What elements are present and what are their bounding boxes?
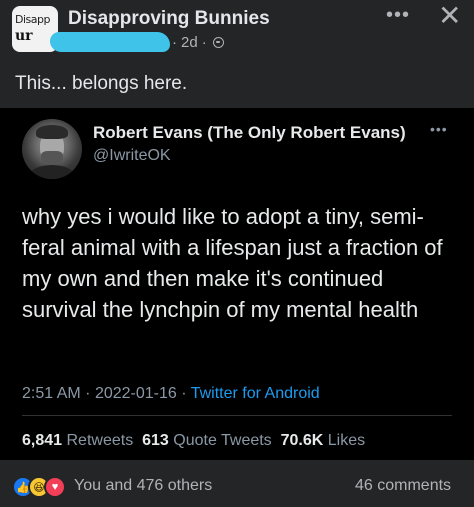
tweet-more-icon[interactable]: ••• xyxy=(430,121,448,137)
embedded-tweet[interactable]: Robert Evans (The Only Robert Evans) @Iw… xyxy=(0,108,474,460)
more-icon[interactable]: ••• xyxy=(386,4,410,27)
facebook-post-view: Disapp ur Disapproving Bunnies · 2d · ••… xyxy=(0,0,474,507)
tweet-date[interactable]: 2022-01-16 xyxy=(95,385,177,402)
quote-tweets-count[interactable]: 613 xyxy=(142,432,169,449)
meta-separator: · xyxy=(201,34,207,51)
love-icon: ♥ xyxy=(44,476,66,498)
tweet-body: why yes i would like to adopt a tiny, se… xyxy=(22,204,443,322)
globe-icon xyxy=(212,37,224,48)
redacted-poster-name xyxy=(50,32,170,52)
retweets-label[interactable]: Retweets xyxy=(67,432,134,449)
avatar-beard xyxy=(41,151,63,165)
meta-separator: · xyxy=(181,385,191,402)
reaction-icons[interactable]: 👍 😆 ♥ xyxy=(12,476,72,498)
post-time[interactable]: 2d xyxy=(181,34,198,51)
retweets-count[interactable]: 6,841 xyxy=(22,432,62,449)
likes-count[interactable]: 70.6K xyxy=(281,432,324,449)
group-avatar-text-top: Disapp xyxy=(15,13,50,26)
tweet-author-name[interactable]: Robert Evans (The Only Robert Evans) xyxy=(93,123,406,143)
tweet-author-handle[interactable]: @IwriteOK xyxy=(93,147,171,165)
group-avatar-text-bottom: ur xyxy=(15,28,33,44)
meta-separator: · xyxy=(172,34,177,51)
likes-label[interactable]: Likes xyxy=(328,432,365,449)
quote-tweets-label[interactable]: Quote Tweets xyxy=(173,432,271,449)
tweet-meta: 2:51 AM · 2022-01-16 · Twitter for Andro… xyxy=(22,385,320,403)
tweet-divider xyxy=(22,415,452,416)
comments-count[interactable]: 46 comments xyxy=(355,477,451,495)
tweet-time[interactable]: 2:51 AM xyxy=(22,385,81,402)
post-footer: 👍 😆 ♥ You and 476 others 46 comments xyxy=(0,460,474,507)
avatar-hair xyxy=(36,125,68,139)
tweet-author-avatar[interactable] xyxy=(22,119,82,179)
meta-separator: · xyxy=(85,385,95,402)
post-text: This... belongs here. xyxy=(15,73,188,94)
post-meta: · 2d · xyxy=(172,34,224,51)
avatar-body xyxy=(30,165,74,179)
tweet-stats: 6,841 Retweets 613 Quote Tweets 70.6K Li… xyxy=(22,432,365,450)
group-name[interactable]: Disapproving Bunnies xyxy=(68,8,270,30)
tweet-source[interactable]: Twitter for Android xyxy=(191,385,320,402)
close-icon[interactable]: ✕ xyxy=(438,2,461,30)
reaction-summary[interactable]: You and 476 others xyxy=(74,477,212,495)
post-header: Disapp ur Disapproving Bunnies · 2d · ••… xyxy=(0,0,474,60)
